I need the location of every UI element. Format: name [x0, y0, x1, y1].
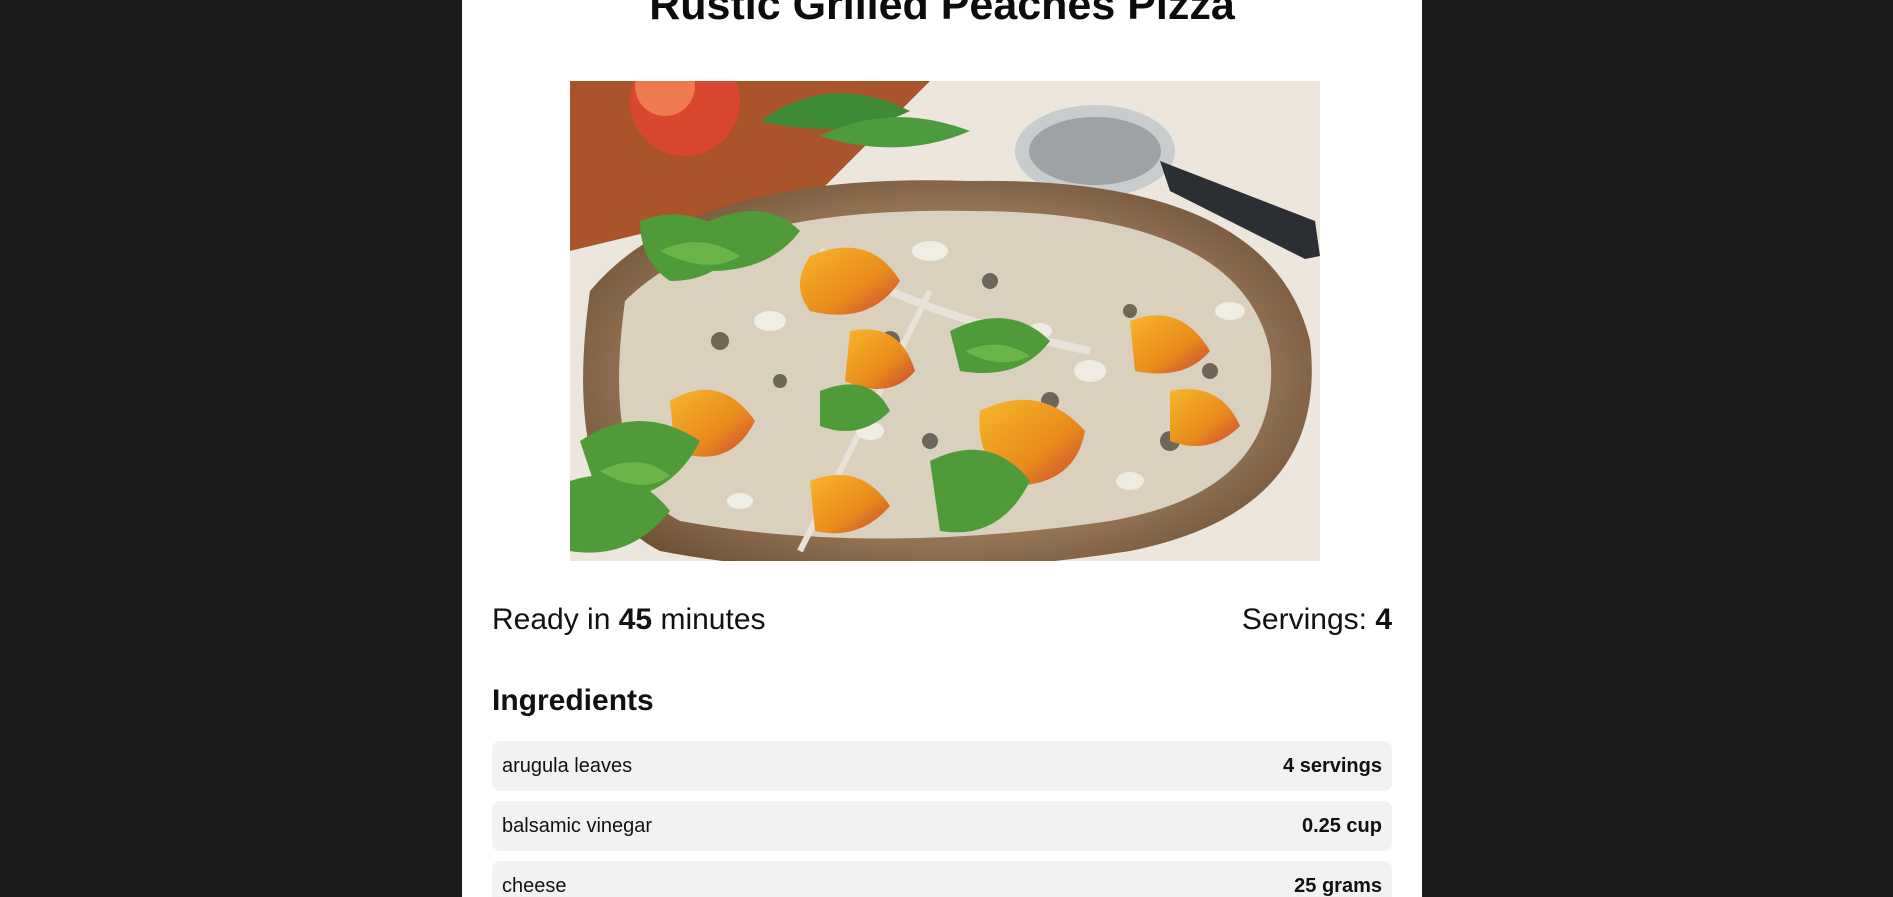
ingredient-amount: 25 grams — [1294, 874, 1382, 897]
ingredient-name: balsamic vinegar — [502, 814, 653, 837]
ingredient-item: arugula leaves 4 servings — [492, 741, 1392, 791]
recipe-page: Rustic Grilled Peaches Pizza Ready in 45… — [462, 0, 1422, 897]
recipe-title: Rustic Grilled Peaches Pizza — [649, 0, 1235, 29]
servings-label: Servings: — [1241, 603, 1367, 636]
ready-time: Ready in 45 minutes — [492, 601, 766, 639]
ingredients-list: arugula leaves 4 servings balsamic vineg… — [492, 741, 1392, 897]
ingredient-amount: 4 servings — [1283, 754, 1382, 777]
servings-value: 4 — [1375, 603, 1392, 636]
ingredient-name: cheese — [502, 874, 567, 897]
ready-time-prefix: Ready in — [492, 603, 611, 636]
ready-time-suffix: minutes — [660, 603, 766, 636]
ingredient-amount: 0.25 cup — [1301, 814, 1382, 837]
recipe-image — [570, 81, 1320, 561]
ingredient-item: cheese 25 grams — [492, 861, 1392, 897]
ingredient-item: balsamic vinegar 0.25 cup — [492, 801, 1392, 851]
ingredient-name: arugula leaves — [502, 754, 633, 777]
ready-time-minutes: 45 — [618, 603, 653, 636]
ingredients-heading: Ingredients — [492, 684, 654, 717]
servings: Servings: 4 — [1242, 601, 1392, 639]
